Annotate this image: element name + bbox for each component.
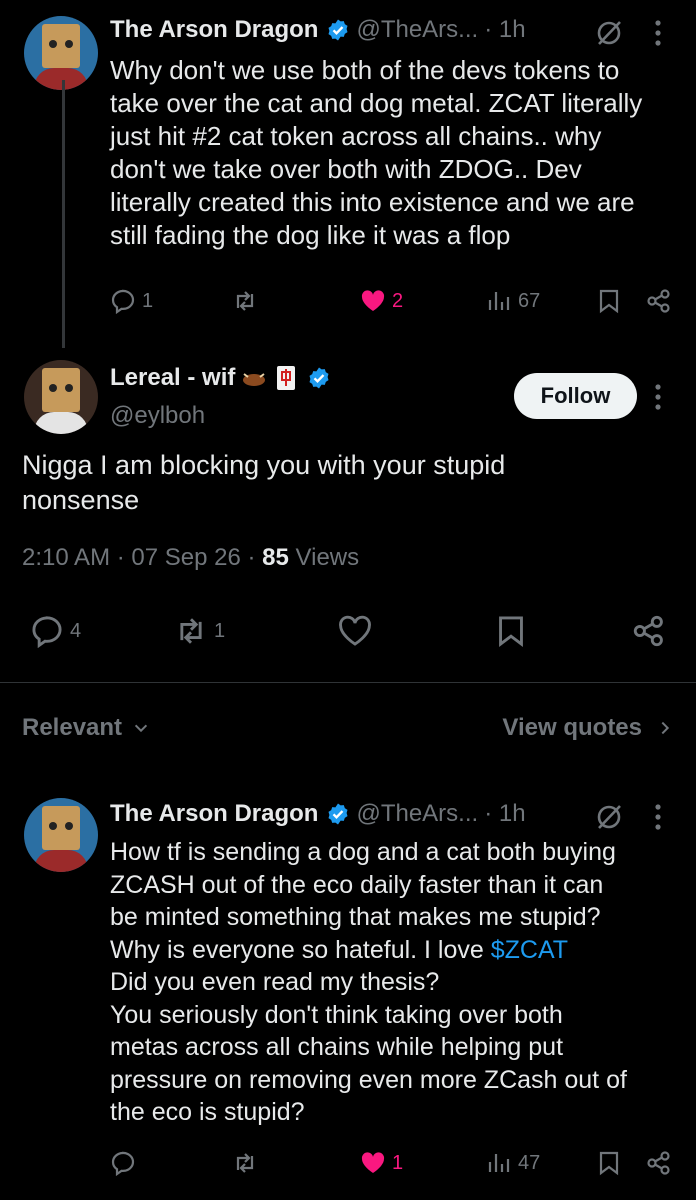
views-count: 85 <box>262 544 289 571</box>
avatar[interactable] <box>24 16 98 90</box>
author-handle[interactable]: @TheArs... <box>356 800 478 828</box>
bookmark-button[interactable] <box>596 288 622 314</box>
tweet-text-part: Did you even read my thesis? You serious… <box>110 968 627 1126</box>
view-quotes-label: View quotes <box>502 714 642 741</box>
view-count: 47 <box>518 1151 541 1174</box>
thread-page: The Arson Dragon @TheArs... · 1h Why don… <box>0 0 696 1200</box>
bookmark-icon <box>599 1151 619 1176</box>
share-icon <box>633 615 663 647</box>
views-button[interactable]: 67 <box>486 288 540 314</box>
reply-button[interactable]: 4 <box>30 614 81 648</box>
retweet-button[interactable] <box>232 1150 258 1176</box>
more-options-icon[interactable] <box>655 20 661 46</box>
tweet-header: The Arson Dragon @TheArs... · 1h <box>110 16 526 44</box>
relevant-dropdown[interactable]: Relevant <box>22 714 150 742</box>
tweet-text: Nigga I am blocking you with your stupid… <box>22 450 506 515</box>
share-button[interactable] <box>632 614 666 648</box>
verified-badge-icon <box>328 803 348 825</box>
follow-button[interactable]: Follow <box>514 373 637 419</box>
author-name[interactable]: The Arson Dragon <box>110 16 318 44</box>
author-name[interactable]: Lereal - wif <box>110 364 235 392</box>
author-handle[interactable]: @TheArs... <box>356 16 478 44</box>
paper-bag-mask-icon <box>42 368 80 412</box>
verified-badge-icon <box>309 367 329 389</box>
reply-icon <box>111 1151 135 1176</box>
views-label: Views <box>295 544 360 571</box>
bookmark-icon <box>599 289 619 314</box>
tweet-header: The Arson Dragon @TheArs... · 1h <box>110 800 526 828</box>
tweet-timestamp[interactable]: 2:10 AM · 07 Sep 26 · <box>22 544 255 571</box>
bookmark-icon <box>499 616 523 647</box>
bookmark-button[interactable] <box>494 614 528 648</box>
author-name-row: Lereal - wif <box>110 364 331 392</box>
divider <box>0 682 696 683</box>
retweet-icon <box>180 618 202 644</box>
mahjong-tile-icon <box>277 366 296 390</box>
retweet-icon <box>236 1153 254 1173</box>
share-button[interactable] <box>646 1150 672 1176</box>
share-icon <box>647 1151 670 1175</box>
chevron-right-icon <box>661 721 670 735</box>
paper-bag-mask-icon <box>42 24 80 68</box>
tweet-time: · 1h <box>484 16 526 43</box>
tweet-text: How tf is sending a dog and a cat both b… <box>110 836 690 1129</box>
view-quotes-link[interactable]: View quotes <box>502 714 674 742</box>
more-options-icon[interactable] <box>655 804 661 830</box>
cashtag-link[interactable]: $ZCAT <box>491 936 568 964</box>
tweet-time: · 1h <box>484 800 526 827</box>
like-button[interactable]: 2 <box>360 288 403 314</box>
like-count: 1 <box>392 1151 404 1174</box>
views-bar-icon <box>488 292 510 310</box>
like-count: 2 <box>392 289 404 312</box>
relevant-label: Relevant <box>22 714 123 741</box>
share-button[interactable] <box>646 288 672 314</box>
chevron-down-icon <box>134 724 148 733</box>
like-button[interactable]: 1 <box>360 1150 403 1176</box>
more-options-icon[interactable] <box>655 384 661 410</box>
reply-count: 1 <box>142 289 154 312</box>
paper-bag-mask-icon <box>42 806 80 850</box>
reply-button[interactable] <box>110 1150 142 1176</box>
retweet-button[interactable]: 1 <box>174 614 225 648</box>
author-name[interactable]: The Arson Dragon <box>110 800 318 828</box>
bookmark-button[interactable] <box>596 1150 622 1176</box>
avatar[interactable] <box>24 798 98 872</box>
avatar[interactable] <box>24 360 98 434</box>
reply-button[interactable]: 1 <box>110 288 153 314</box>
thread-connector-line <box>62 80 65 348</box>
heart-filled-icon <box>361 1152 385 1173</box>
heart-icon <box>339 615 371 646</box>
tweet-text: Why don't we use both of the devs tokens… <box>110 55 643 250</box>
grok-icon[interactable] <box>594 802 624 832</box>
views-button[interactable]: 47 <box>486 1150 540 1176</box>
tweet-meta: 2:10 AM · 07 Sep 26 · 85 Views <box>22 544 359 572</box>
author-handle[interactable]: @eylboh <box>110 402 205 430</box>
retweet-icon <box>236 291 254 311</box>
ox-emoji-icon <box>243 373 266 386</box>
heart-filled-icon <box>361 290 385 311</box>
retweet-count: 1 <box>214 619 226 642</box>
view-count: 67 <box>518 289 541 312</box>
verified-badge-icon <box>328 19 348 41</box>
reply-count: 4 <box>70 619 82 642</box>
reply-icon <box>111 289 135 314</box>
retweet-button[interactable] <box>232 288 264 314</box>
like-button[interactable] <box>338 614 372 648</box>
views-bar-icon <box>488 1154 510 1172</box>
grok-icon[interactable] <box>594 18 624 48</box>
reply-icon <box>32 616 62 648</box>
share-icon <box>647 289 670 313</box>
